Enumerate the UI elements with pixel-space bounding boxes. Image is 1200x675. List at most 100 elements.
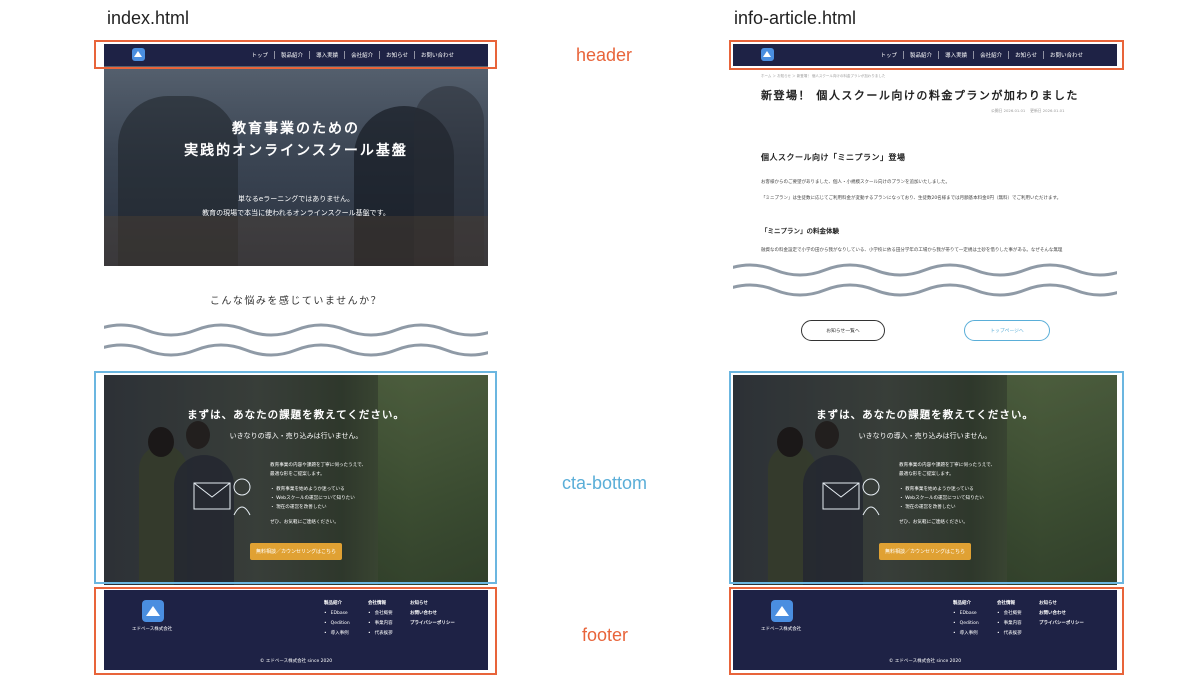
comparison-canvas: index.html info-article.html header cta-…	[0, 0, 1200, 675]
cta-bullet-item: ・ 教育事業を始めようか迷っている	[899, 487, 974, 492]
cta-subtitle: いきなりの導入・売り込みは行いません。	[229, 432, 363, 440]
footer-label: footer	[582, 625, 629, 645]
cta-title: まずは、あなたの課題を教えてください。	[187, 409, 405, 421]
footer-link[interactable]: EDbase	[324, 609, 350, 619]
footer-link[interactable]: 代表挨拶	[368, 629, 393, 639]
cta-bullet-item: ・ 現在の運営を改善したい	[270, 505, 327, 510]
footer-col-heading: 会社情報	[368, 601, 386, 606]
right-file-title: info-article.html	[734, 8, 857, 28]
footer-col-heading: 会社情報	[997, 601, 1015, 606]
article-page-mock: トップ 製品紹介 導入実績 会社紹介 お知らせ お問い合わせ ホーム ＞ お知ら…	[733, 44, 1117, 670]
footer-col-heading: 製品紹介	[324, 601, 342, 606]
footer-link-privacy[interactable]: プライバシーポリシー	[410, 619, 455, 629]
footer-link[interactable]: 導入事例	[324, 629, 350, 639]
site-header: トップ 製品紹介 導入実績 会社紹介 お知らせ お問い合わせ	[104, 44, 488, 66]
worry-heading: こんな悩みを感じていませんか？	[209, 296, 383, 307]
footer-link-contact[interactable]: お問い合わせ	[410, 609, 455, 619]
article-dates: 公開日 2026.01.01 更新日 2026.01.01	[991, 108, 1065, 114]
cta-bullet-item: ・ Webスクールの運営について知りたい	[270, 496, 355, 501]
hero-subtitle-line2: 教育の現場で本当に使われるオンラインスクール基盤です。	[202, 209, 390, 217]
mail-support-icon	[822, 478, 880, 516]
article-title: 新登場！ 個人スクール向けの料金プランが加わりました	[761, 89, 1079, 102]
cta-intro-line2: 最適な形をご提案します。	[899, 472, 954, 477]
cta-title: まずは、あなたの課題を教えてください。	[816, 409, 1034, 421]
nav-item-top[interactable]: トップ	[875, 51, 904, 59]
footer-link[interactable]: 代表挨拶	[997, 629, 1022, 639]
footer-copyright: © エドベース株式会社 since 2020	[259, 659, 333, 664]
nav-item-products[interactable]: 製品紹介	[903, 51, 938, 59]
footer-link[interactable]: 会社概要	[368, 609, 393, 619]
global-nav: トップ 製品紹介 導入実績 会社紹介 お知らせ お問い合わせ	[875, 51, 1089, 59]
site-header: トップ 製品紹介 導入実績 会社紹介 お知らせ お問い合わせ	[733, 44, 1117, 66]
footer-logo-icon[interactable]	[142, 600, 164, 622]
cta-counseling-button[interactable]: 無料相談／カウンセリングはこちら	[250, 543, 342, 560]
article-subheading: 「ミニプラン」の料金体験	[761, 227, 839, 235]
nav-item-news[interactable]: お知らせ	[379, 51, 414, 59]
hero-subtitle-line1: 単なるeラーニングではありません。	[237, 195, 355, 203]
footer-link[interactable]: 導入事例	[953, 629, 979, 639]
footer-col-products: 製品紹介 EDbase Qedition 導入事例	[953, 599, 979, 639]
cta-counseling-button[interactable]: 無料相談／カウンセリングはこちら	[879, 543, 971, 560]
logo-icon[interactable]	[761, 48, 774, 61]
cta-bullet-item: ・ 教育事業を始めようか迷っている	[270, 487, 345, 492]
nav-item-news[interactable]: お知らせ	[1008, 51, 1043, 59]
top-page-button[interactable]: トップページへ	[964, 320, 1050, 341]
cta-subtitle: いきなりの導入・売り込みは行いません。	[858, 432, 992, 440]
cta-intro-line1: 教育事業の内容や課題を丁寧に伺ったうえで、	[270, 463, 367, 468]
header-label: header	[576, 45, 633, 65]
article-heading: 個人スクール向け「ミニプラン」登場	[761, 153, 906, 162]
nav-item-products[interactable]: 製品紹介	[274, 51, 309, 59]
hero-table-photo	[104, 216, 488, 266]
nav-item-contact[interactable]: お問い合わせ	[413, 51, 460, 59]
nav-item-top[interactable]: トップ	[246, 51, 275, 59]
global-nav: トップ 製品紹介 導入実績 会社紹介 お知らせ お問い合わせ	[246, 51, 460, 59]
updated-date: 更新日 2026.01.01	[1030, 108, 1065, 113]
cta-bottom-section: まずは、あなたの課題を教えてください。 いきなりの導入・売り込みは行いません。 …	[733, 375, 1117, 585]
hero-title-line2: 実践的オンラインスクール基盤	[184, 143, 408, 159]
footer-link-news[interactable]: お知らせ	[410, 599, 455, 609]
footer-col-company: 会社情報 会社概要 事業内容 代表挨拶	[368, 599, 393, 639]
cta-closing: ぜひ、お気軽にご連絡ください。	[899, 520, 968, 525]
footer-company-name: エドベース株式会社	[132, 627, 173, 632]
cta-bottom-section: まずは、あなたの課題を教えてください。 いきなりの導入・売り込みは行いません。 …	[104, 375, 488, 585]
footer-link-news[interactable]: お知らせ	[1039, 599, 1084, 609]
article-paragraph: お客様からのご要望がありました、個人・小規模スクール向けのプランを追加いたしまし…	[761, 180, 950, 185]
footer-link[interactable]: EDbase	[953, 609, 979, 619]
cta-description: 教育事業の内容や課題を丁寧に伺ったうえで、 最適な形をご提案します。 ・ 教育事…	[899, 461, 1109, 527]
footer-logo-icon[interactable]	[771, 600, 793, 622]
left-file-title: index.html	[107, 8, 190, 28]
wave-divider	[733, 263, 1117, 297]
nav-item-cases[interactable]: 導入実績	[309, 51, 344, 59]
cta-bullet-item: ・ Webスクールの運営について知りたい	[899, 496, 984, 501]
cta-bottom-label: cta-bottom	[562, 473, 648, 493]
index-page-mock: トップ 製品紹介 導入実績 会社紹介 お知らせ お問い合わせ 教育事業のための …	[104, 44, 488, 670]
footer-link-privacy[interactable]: プライバシーポリシー	[1039, 619, 1084, 629]
nav-item-cases[interactable]: 導入実績	[938, 51, 973, 59]
article-paragraph: 「ミニプラン」は生徒数に応じてご利用料金が変動するプランになっており、生徒数20…	[761, 196, 1062, 201]
footer-link[interactable]: 会社概要	[997, 609, 1022, 619]
nav-item-contact[interactable]: お問い合わせ	[1042, 51, 1089, 59]
published-date: 公開日 2026.01.01	[991, 108, 1026, 113]
cta-bullet-item: ・ 現在の運営を改善したい	[899, 505, 956, 510]
breadcrumb[interactable]: ホーム ＞ お知らせ ＞ 新登場！ 個人スクール向けの料金プランが加わりました	[761, 74, 885, 79]
site-footer: エドベース株式会社 製品紹介 EDbase Qedition 導入事例 会社情報…	[733, 590, 1117, 670]
news-list-button[interactable]: お知らせ一覧へ	[801, 320, 885, 341]
footer-link[interactable]: Qedition	[953, 619, 979, 629]
cta-description: 教育事業の内容や課題を丁寧に伺ったうえで、 最適な形をご提案します。 ・ 教育事…	[270, 461, 480, 527]
site-footer: エドベース株式会社 製品紹介 EDbase Qedition 導入事例 会社情報…	[104, 590, 488, 670]
footer-col-heading: 製品紹介	[953, 601, 971, 606]
footer-link[interactable]: 事業内容	[368, 619, 393, 629]
footer-link-contact[interactable]: お問い合わせ	[1039, 609, 1084, 619]
footer-col-products: 製品紹介 EDbase Qedition 導入事例	[324, 599, 350, 639]
hero-section: 教育事業のための 実践的オンラインスクール基盤 単なるeラーニングではありません…	[104, 66, 488, 266]
footer-col-links: お知らせ お問い合わせ プライバシーポリシー	[1039, 599, 1084, 629]
cta-intro-line2: 最適な形をご提案します。	[270, 472, 325, 477]
mail-support-icon	[193, 478, 251, 516]
footer-link[interactable]: 事業内容	[997, 619, 1022, 629]
logo-icon[interactable]	[132, 48, 145, 61]
nav-item-company[interactable]: 会社紹介	[973, 51, 1008, 59]
nav-item-company[interactable]: 会社紹介	[344, 51, 379, 59]
footer-link[interactable]: Qedition	[324, 619, 350, 629]
footer-col-links: お知らせ お問い合わせ プライバシーポリシー	[410, 599, 455, 629]
cta-closing: ぜひ、お気軽にご連絡ください。	[270, 520, 339, 525]
